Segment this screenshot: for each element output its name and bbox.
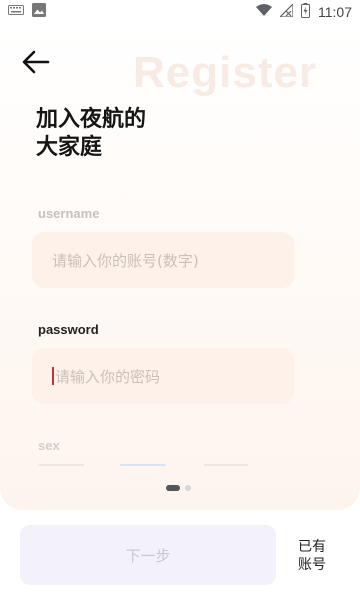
has-account-line1: 已有 [298,539,326,555]
page-dot [185,485,191,491]
status-bar-right: 11:07 [256,2,352,22]
has-account-link[interactable]: 已有 账号 [298,538,328,574]
arrow-left-icon [22,50,50,78]
password-placeholder: 请输入你的密码 [55,367,161,386]
no-signal-icon [278,2,294,21]
page-dot-active [166,485,180,491]
next-step-button[interactable]: 下一步 [20,525,276,585]
next-step-label: 下一步 [125,546,171,565]
wifi-icon [256,3,272,21]
keyboard-icon [8,4,24,20]
status-bar: 11:07 [0,0,360,24]
password-input[interactable]: 请输入你的密码 [32,348,294,404]
register-card: Register 加入夜航的 大家庭 username 请输入你的账号(数字) … [0,24,360,510]
status-time: 11:07 [318,4,352,20]
username-label: username [38,206,100,221]
page-title-line1: 加入夜航的 [36,107,147,132]
page-indicator [166,485,191,491]
battery-charging-icon [301,2,310,22]
sex-label: sex [38,438,60,453]
page-title-line2: 大家庭 [36,135,103,160]
has-account-line2: 账号 [298,557,326,573]
page-title: 加入夜航的 大家庭 [36,106,146,162]
sex-option-1[interactable] [38,464,84,466]
back-button[interactable] [18,46,54,82]
sex-option-2[interactable] [120,464,166,466]
text-caret [52,367,54,385]
image-icon [32,3,46,21]
status-bar-left [8,3,46,21]
sex-option-3[interactable] [204,464,248,466]
username-placeholder: 请输入你的账号(数字) [52,251,199,270]
password-label: password [38,322,99,337]
username-input[interactable]: 请输入你的账号(数字) [32,232,294,288]
background-watermark-text: Register [133,48,318,97]
